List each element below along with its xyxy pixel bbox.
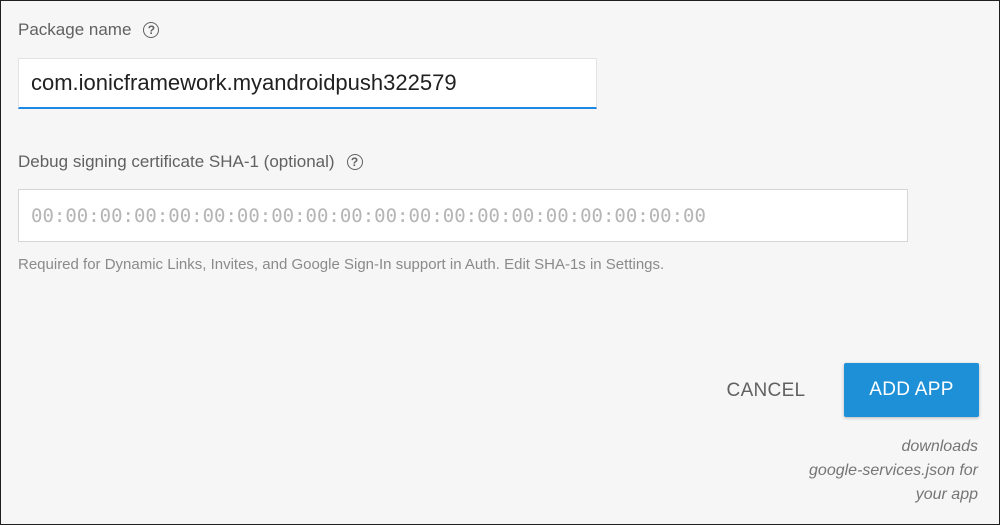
- package-name-label-row: Package name ?: [18, 20, 160, 40]
- help-circle-icon[interactable]: ?: [143, 22, 160, 38]
- add-android-app-dialog: Package name ? Debug signing certificate…: [0, 0, 1000, 525]
- sha-hint-text: Required for Dynamic Links, Invites, and…: [18, 256, 665, 273]
- add-app-button[interactable]: ADD APP: [844, 363, 979, 417]
- download-note-line: downloads: [901, 438, 979, 455]
- package-name-input[interactable]: [18, 58, 597, 109]
- download-note: downloads google-services.json for your …: [718, 435, 978, 507]
- package-name-label: Package name: [18, 20, 132, 39]
- download-note-line: your app: [915, 486, 978, 503]
- download-note-line: google-services.json for: [809, 462, 978, 479]
- help-circle-icon[interactable]: ?: [346, 154, 363, 170]
- sha-label: Debug signing certificate SHA-1 (optiona…: [18, 152, 335, 171]
- sha-label-row: Debug signing certificate SHA-1 (optiona…: [18, 152, 363, 172]
- cancel-button[interactable]: CANCEL: [711, 366, 821, 416]
- sha1-input[interactable]: [18, 189, 908, 242]
